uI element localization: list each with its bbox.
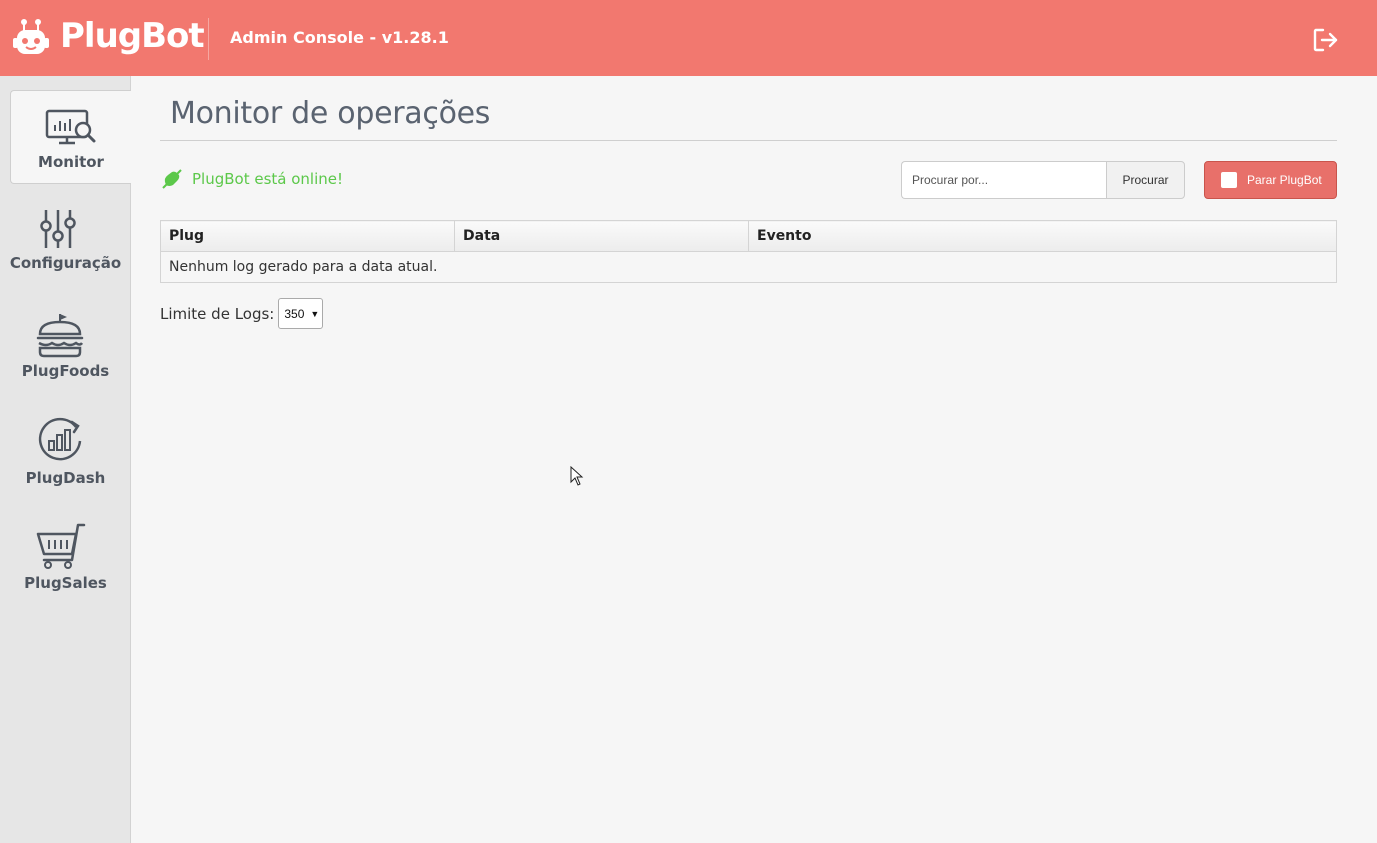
sidebar-item-configuracao[interactable]: Configuração	[10, 204, 131, 298]
brand-name: PlugBot	[60, 16, 205, 56]
stop-icon	[1221, 172, 1237, 188]
log-limit-value: 350	[284, 306, 305, 321]
search-input[interactable]	[901, 161, 1107, 199]
log-limit-control: Limite de Logs: 350 ▼	[160, 298, 324, 329]
log-table: Plug Data Evento Nenhum log gerado para …	[160, 220, 1337, 283]
stop-plugbot-button[interactable]: Parar PlugBot	[1204, 161, 1337, 199]
shopping-cart-icon	[36, 523, 86, 569]
plugbot-logo-icon	[13, 19, 49, 54]
sidebar-item-plugdash[interactable]: PlugDash	[10, 413, 131, 507]
sidebar-item-plugsales[interactable]: PlugSales	[10, 518, 131, 612]
sidebar-item-label: Configuração	[9, 254, 122, 272]
page-title: Monitor de operações	[170, 96, 491, 131]
table-header-row: Plug Data Evento	[160, 220, 1337, 252]
column-header-data[interactable]: Data	[454, 220, 749, 252]
status-text: PlugBot está online!	[192, 170, 344, 188]
column-header-evento[interactable]: Evento	[748, 220, 1337, 252]
sidebar-item-label: PlugSales	[24, 574, 107, 592]
stop-button-label: Parar PlugBot	[1247, 173, 1322, 187]
column-header-plug[interactable]: Plug	[160, 220, 455, 252]
sidebar-item-monitor[interactable]: Monitor	[10, 90, 131, 184]
log-limit-select[interactable]: 350 ▼	[278, 298, 324, 329]
console-version-label: Admin Console - v1.28.1	[230, 28, 449, 47]
plug-connected-icon	[162, 169, 182, 189]
sidebar: Monitor Configuração PlugFoods PlugDash …	[0, 76, 131, 843]
log-limit-label: Limite de Logs:	[160, 304, 275, 323]
empty-table-message: Nenhum log gerado para a data atual.	[160, 251, 1337, 283]
mouse-cursor-icon	[570, 466, 584, 486]
monitor-chart-icon	[45, 109, 96, 145]
search-button[interactable]: Procurar	[1106, 161, 1185, 199]
top-header: PlugBot Admin Console - v1.28.1	[0, 0, 1377, 76]
burger-icon	[36, 314, 84, 358]
logout-icon[interactable]	[1311, 26, 1339, 54]
header-divider	[208, 18, 209, 60]
dropdown-caret-icon: ▼	[310, 308, 320, 319]
table-row: Nenhum log gerado para a data atual.	[160, 251, 1337, 283]
online-status: PlugBot está online!	[162, 166, 343, 192]
sidebar-item-plugfoods[interactable]: PlugFoods	[10, 308, 131, 402]
sidebar-item-label: PlugFoods	[21, 362, 110, 380]
title-divider	[160, 140, 1337, 141]
dashboard-chart-icon	[38, 417, 82, 461]
sidebar-item-label: Monitor	[38, 153, 104, 171]
sliders-icon	[40, 210, 76, 248]
sidebar-item-label: PlugDash	[25, 469, 106, 487]
